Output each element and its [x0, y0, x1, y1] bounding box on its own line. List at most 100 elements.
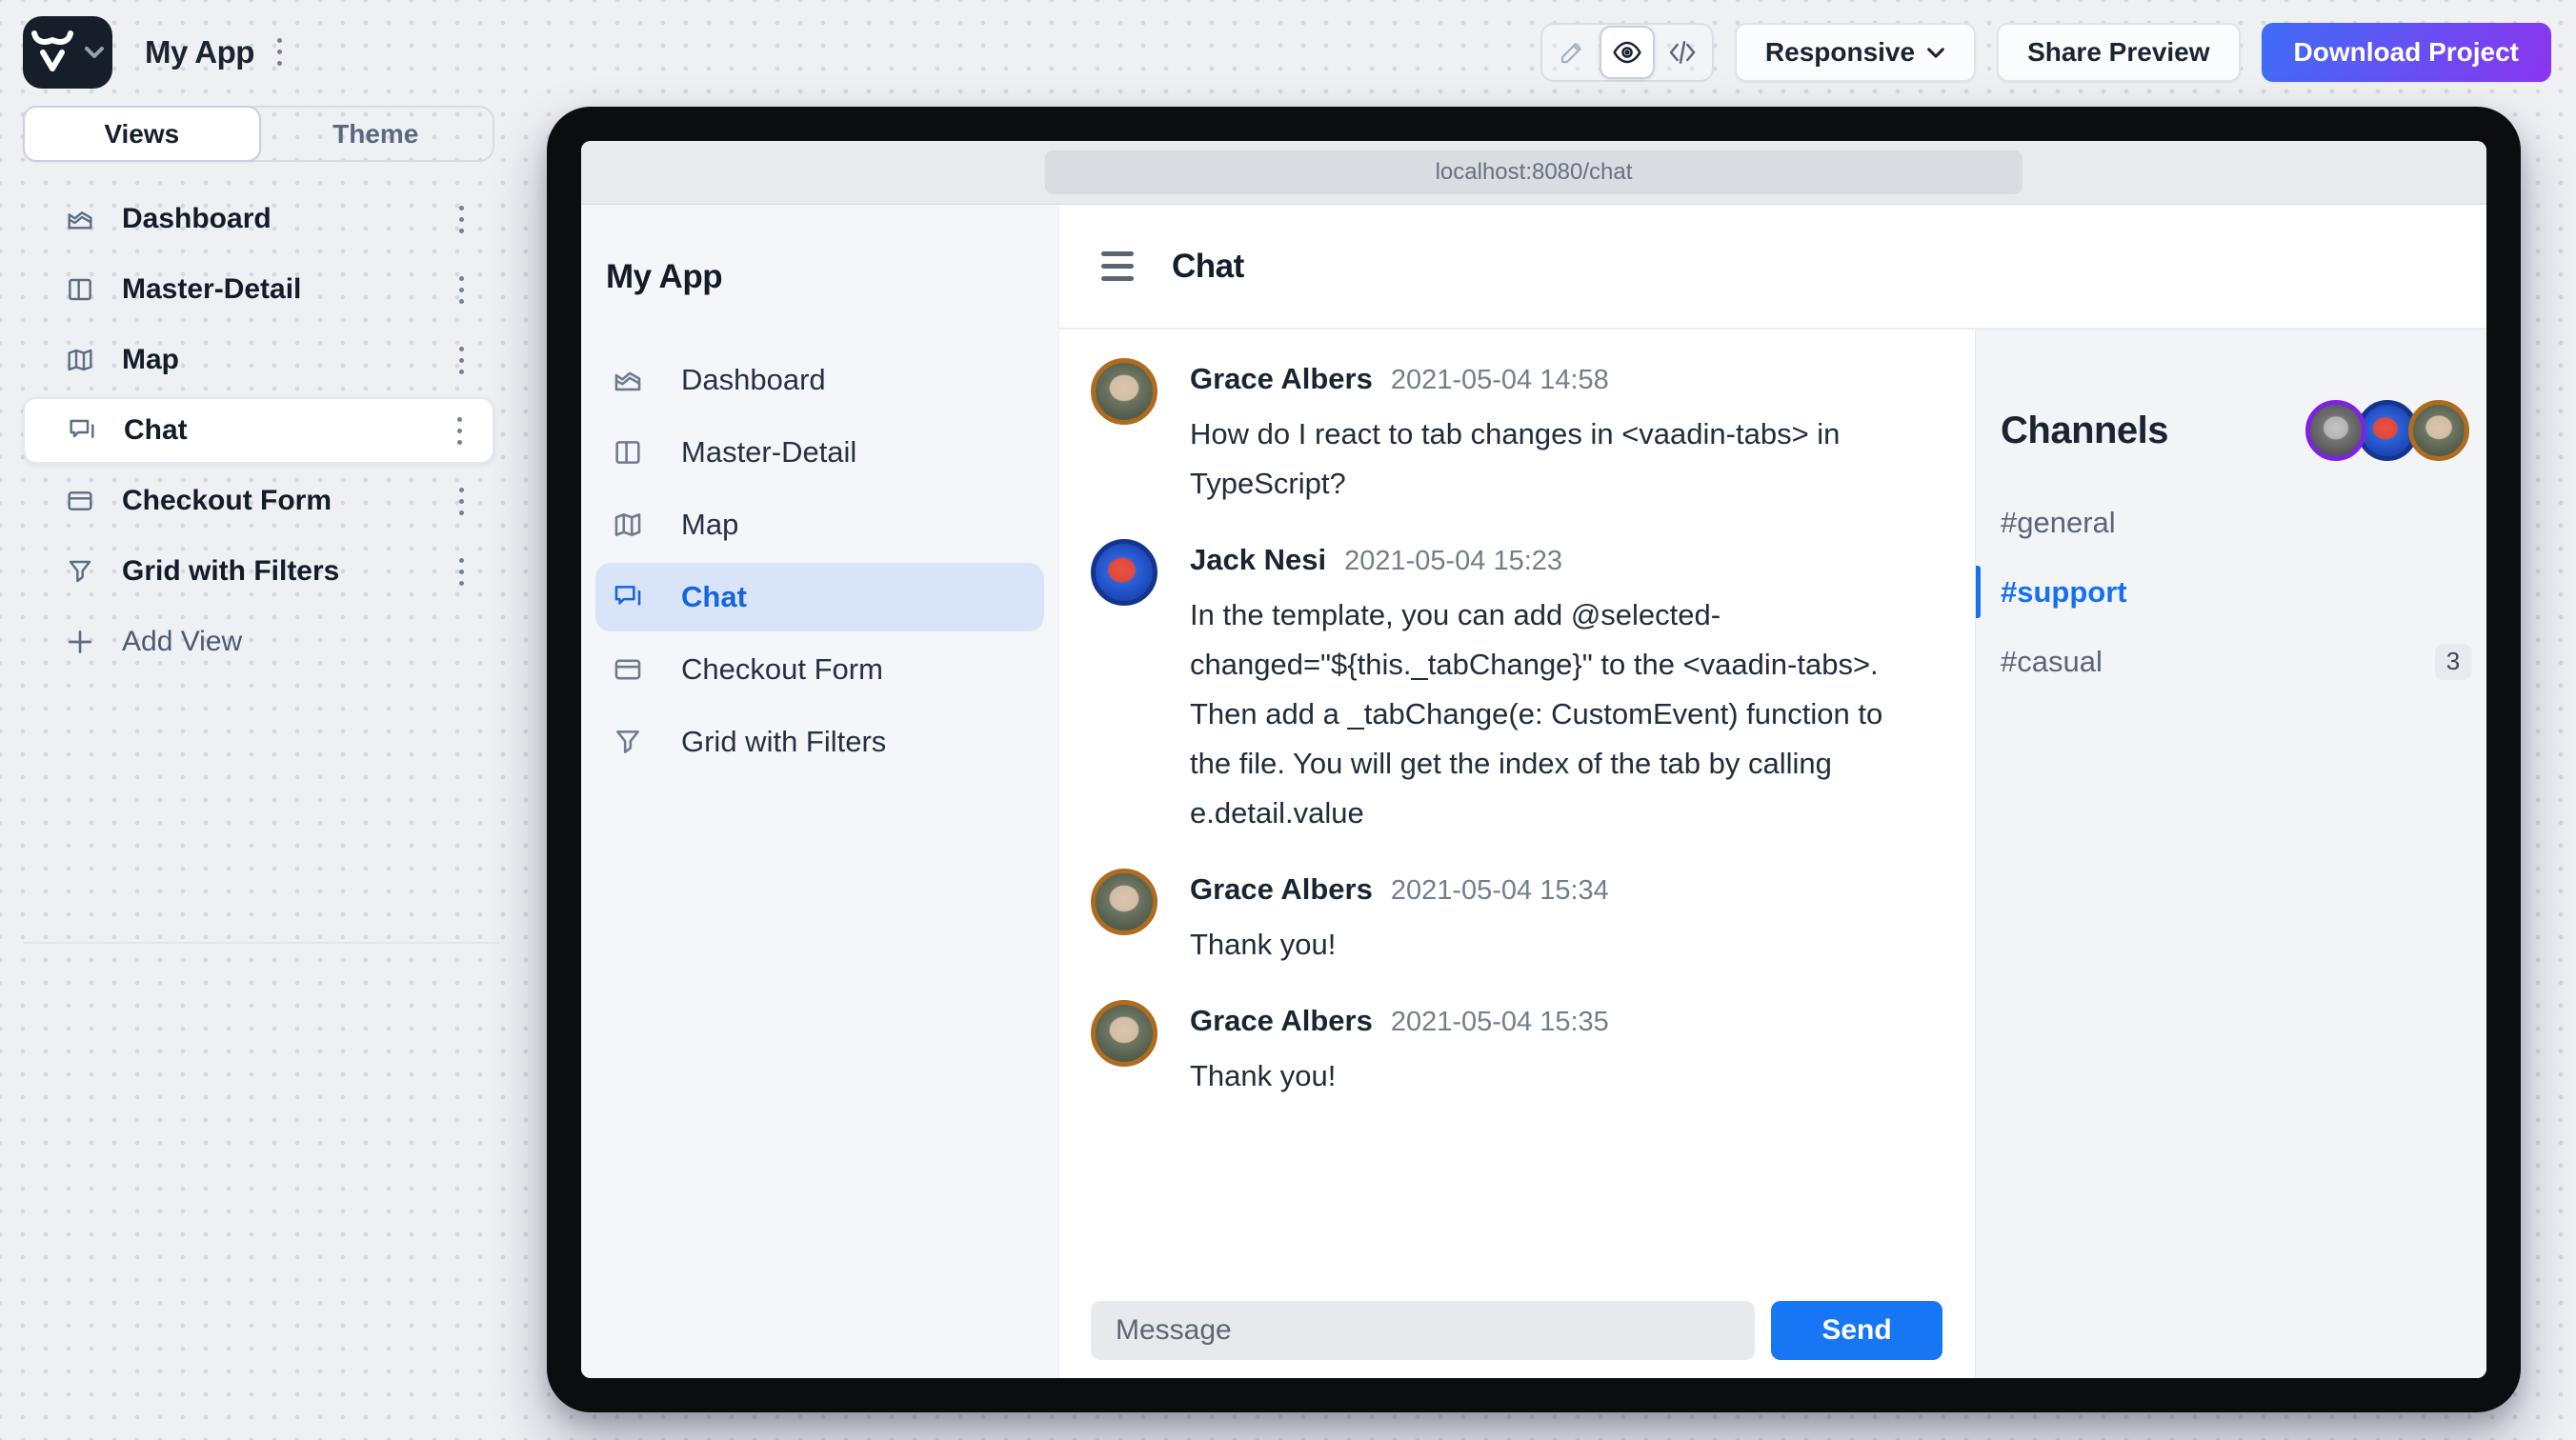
message-author: Jack Nesi: [1190, 543, 1326, 577]
preview-nav-label: Chat: [681, 580, 747, 614]
preview-nav-label: Dashboard: [681, 363, 826, 397]
sidebar-item-label: Dashboard: [122, 203, 445, 235]
item-menu-button[interactable]: [443, 410, 475, 451]
pencil-icon: [1558, 38, 1586, 67]
channels-title: Channels: [2001, 410, 2168, 452]
funnel-icon: [65, 556, 95, 587]
credit-card-icon: [612, 653, 644, 686]
sidebar-item-label: Grid with Filters: [122, 555, 445, 588]
item-menu-button[interactable]: [445, 550, 477, 592]
chat-column: Grace Albers 2021-05-04 14:58 How do I r…: [1059, 330, 1975, 1378]
preview-app-title: My App: [581, 258, 1058, 296]
preview-nav-checkout-form[interactable]: Checkout Form: [595, 635, 1044, 704]
project-menu-button[interactable]: [263, 30, 295, 72]
unread-count-badge: 3: [2435, 644, 2471, 680]
preview-screen: localhost:8080/chat My App Dashboard: [581, 141, 2486, 1378]
eye-icon: [1612, 37, 1642, 68]
share-preview-button[interactable]: Share Preview: [1997, 23, 2240, 82]
sidebar-item-label: Map: [122, 344, 445, 376]
preview-nav-grid-with-filters[interactable]: Grid with Filters: [595, 708, 1044, 776]
url-bar[interactable]: localhost:8080/chat: [1045, 150, 2023, 194]
preview-app-nav: My App Dashboard Master-Detail: [581, 205, 1059, 1378]
channel-label: #support: [2001, 575, 2471, 610]
item-menu-button[interactable]: [445, 198, 477, 240]
message-body: How do I react to tab changes in <vaadin…: [1190, 410, 1840, 509]
chat-message: Jack Nesi 2021-05-04 15:23 In the templa…: [1091, 539, 1942, 838]
add-view-button[interactable]: Add View: [23, 609, 494, 675]
download-project-button[interactable]: Download Project: [2262, 23, 2551, 82]
chat-message: Grace Albers 2021-05-04 15:35 Thank you!: [1091, 1000, 1942, 1101]
sidebar-divider: [23, 942, 499, 944]
chat-message: Grace Albers 2021-05-04 15:34 Thank you!: [1091, 869, 1942, 970]
avatar: [1091, 539, 1157, 606]
sidebar-item-map[interactable]: Map: [23, 327, 494, 393]
preview-nav-label: Grid with Filters: [681, 725, 886, 759]
channel-label: #casual: [2001, 645, 2435, 679]
chat-view-title: Chat: [1172, 248, 1244, 286]
tab-theme[interactable]: Theme: [259, 108, 493, 160]
hamburger-menu-icon[interactable]: [1101, 251, 1134, 281]
split-columns-icon: [612, 436, 644, 469]
vaadin-logo-icon: [30, 28, 74, 77]
sidebar-item-dashboard[interactable]: Dashboard: [23, 186, 494, 252]
avatar: [2305, 400, 2366, 461]
channel-member-avatars: [2305, 400, 2469, 461]
sidebar-item-master-detail[interactable]: Master-Detail: [23, 256, 494, 323]
avatar: [2408, 400, 2469, 461]
message-timestamp: 2021-05-04 15:34: [1391, 875, 1609, 907]
message-timestamp: 2021-05-04 14:58: [1391, 365, 1609, 396]
preview-mode-button[interactable]: [1600, 26, 1655, 79]
sidebar-item-grid-with-filters[interactable]: Grid with Filters: [23, 538, 494, 605]
sidebar-item-label: Chat: [124, 414, 443, 447]
edit-mode-button[interactable]: [1544, 26, 1600, 79]
message-body: In the template, you can add @selected- …: [1190, 590, 1882, 838]
chart-icon: [65, 204, 95, 234]
chevron-down-icon: [1926, 47, 1945, 59]
split-columns-icon: [65, 274, 95, 305]
avatar: [1091, 358, 1157, 425]
responsive-dropdown[interactable]: Responsive: [1735, 23, 1976, 82]
preview-nav-chat[interactable]: Chat: [595, 563, 1044, 631]
browser-chrome-bar: localhost:8080/chat: [581, 141, 2486, 205]
preview-nav-map[interactable]: Map: [595, 490, 1044, 559]
avatar: [1091, 1000, 1157, 1067]
send-button[interactable]: Send: [1771, 1301, 1942, 1360]
message-body: Thank you!: [1190, 920, 1609, 970]
channel-support[interactable]: #support: [1976, 557, 2486, 627]
app-logo-menu-button[interactable]: [23, 16, 112, 89]
channel-casual[interactable]: #casual 3: [1976, 627, 2486, 696]
message-composer: Send: [1059, 1301, 1975, 1378]
sidebar-tabs: Views Theme: [23, 106, 494, 162]
chevron-down-icon: [84, 46, 105, 59]
map-icon: [612, 509, 644, 541]
channel-general[interactable]: #general: [1976, 488, 2486, 557]
item-menu-button[interactable]: [445, 480, 477, 522]
preview-nav-dashboard[interactable]: Dashboard: [595, 346, 1044, 414]
preview-nav-master-detail[interactable]: Master-Detail: [595, 418, 1044, 487]
item-menu-button[interactable]: [445, 269, 477, 310]
device-preview-frame: localhost:8080/chat My App Dashboard: [547, 107, 2521, 1412]
preview-nav-label: Checkout Form: [681, 652, 883, 687]
mode-segmented-control: [1540, 23, 1714, 82]
channel-label: #general: [2001, 506, 2471, 540]
chat-bubbles-icon: [612, 581, 644, 613]
channels-panel: Channels #general: [1975, 330, 2486, 1378]
funnel-icon: [612, 726, 644, 758]
project-title: My App: [145, 34, 254, 70]
item-menu-button[interactable]: [445, 339, 477, 381]
message-timestamp: 2021-05-04 15:35: [1391, 1007, 1609, 1038]
sidebar-item-label: Checkout Form: [122, 485, 445, 517]
code-mode-button[interactable]: [1655, 26, 1710, 79]
code-icon: [1667, 37, 1698, 68]
message-input[interactable]: [1091, 1301, 1755, 1360]
message-author: Grace Albers: [1190, 1004, 1373, 1038]
chat-view-header: Chat: [1059, 205, 2486, 330]
tab-views[interactable]: Views: [23, 106, 261, 162]
sidebar-item-checkout-form[interactable]: Checkout Form: [23, 468, 494, 534]
chart-icon: [612, 364, 644, 396]
add-view-label: Add View: [122, 626, 477, 658]
sidebar-item-chat[interactable]: Chat: [23, 397, 494, 464]
message-author: Grace Albers: [1190, 872, 1373, 907]
preview-nav-label: Map: [681, 508, 738, 542]
views-list: Dashboard Master-Detail Map Chat Checkou…: [23, 186, 494, 679]
